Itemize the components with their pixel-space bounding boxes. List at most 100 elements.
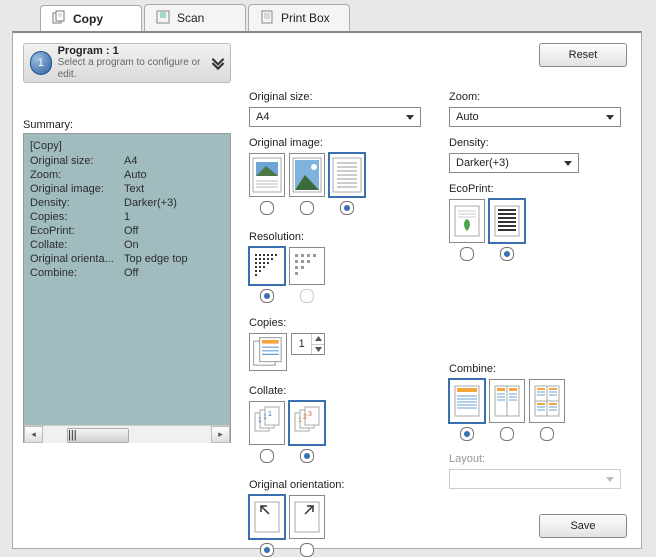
combine-2in1-tile[interactable] (489, 379, 525, 423)
layout-label: Layout: (449, 453, 621, 465)
ecoprint-label: EcoPrint: (449, 183, 525, 195)
orientation-top-radio[interactable] (260, 543, 274, 557)
collate-on-radio[interactable] (300, 449, 314, 463)
scan-icon (155, 9, 171, 28)
ecoprint-off-radio[interactable] (500, 247, 514, 261)
original-size-combo[interactable]: A4 (249, 107, 421, 127)
copies-icon (249, 333, 287, 371)
scroll-thumb[interactable]: ||| (67, 428, 129, 443)
density-combo[interactable]: Darker(+3) (449, 153, 579, 173)
combine-label: Combine: (449, 363, 565, 375)
orientation-top-tile[interactable] (249, 495, 285, 539)
chevron-down-icon (602, 109, 618, 125)
original-image-picture-tile[interactable] (289, 153, 325, 197)
settings-area: Original size: A4 Original image: (249, 91, 629, 504)
save-button[interactable]: Save (539, 514, 627, 538)
copy-icon (51, 10, 67, 29)
summary-row: Density:Darker(+3) (30, 196, 224, 210)
svg-text:1: 1 (298, 417, 302, 424)
tab-copy-label: Copy (73, 12, 103, 26)
combine-2in1-radio[interactable] (500, 427, 514, 441)
scroll-right-button[interactable]: ▸ (211, 426, 230, 443)
reset-button[interactable]: Reset (539, 43, 627, 67)
original-image-radio-picture[interactable] (300, 201, 314, 215)
ecoprint-on-tile[interactable] (449, 199, 485, 243)
resolution-radio-fine[interactable] (260, 289, 274, 303)
program-subtitle: Select a program to configure or edit. (58, 57, 204, 81)
zoom-label: Zoom: (449, 91, 621, 103)
tab-printbox[interactable]: Print Box (248, 4, 350, 31)
density-label: Density: (449, 137, 579, 149)
ecoprint-on-radio[interactable] (460, 247, 474, 261)
density-value: Darker(+3) (456, 157, 509, 169)
summary-row: Original orienta...Top edge top (30, 252, 224, 266)
summary-head: [Copy] (30, 138, 224, 154)
tab-printbox-label: Print Box (281, 11, 330, 25)
svg-text:3: 3 (308, 411, 312, 418)
svg-text:1: 1 (263, 414, 267, 421)
summary-list: [Copy] Original size:A4 Zoom:Auto Origin… (24, 134, 230, 425)
layout-combo (449, 469, 621, 489)
copies-up-button[interactable] (312, 334, 324, 345)
copies-spinner[interactable]: 1 (291, 333, 325, 355)
zoom-value: Auto (456, 111, 479, 123)
original-image-radio-photo[interactable] (260, 201, 274, 215)
original-image-label: Original image: (249, 137, 365, 149)
resolution-fine-tile[interactable] (249, 247, 285, 285)
scroll-left-button[interactable]: ◂ (24, 426, 43, 443)
chevron-down-icon (402, 109, 418, 125)
summary-scrollbar[interactable]: ◂ ||| ▸ (24, 425, 230, 443)
panel: 1 Program : 1 Select a program to config… (12, 31, 642, 549)
original-image-radio-text[interactable] (340, 201, 354, 215)
orientation-left-radio[interactable] (300, 543, 314, 557)
tab-bar: Copy Scan Print Box (0, 0, 656, 31)
program-title: Program : 1 (58, 45, 204, 57)
zoom-combo[interactable]: Auto (449, 107, 621, 127)
ecoprint-off-tile[interactable] (489, 199, 525, 243)
program-selector[interactable]: 1 Program : 1 Select a program to config… (23, 43, 231, 83)
orientation-label: Original orientation: (249, 479, 344, 491)
tab-copy[interactable]: Copy (40, 5, 142, 32)
copies-down-button[interactable] (312, 345, 324, 355)
orientation-left-tile[interactable] (289, 495, 325, 539)
collate-label: Collate: (249, 385, 325, 397)
collate-off-radio[interactable] (260, 449, 274, 463)
original-size-value: A4 (256, 111, 269, 123)
resolution-label: Resolution: (249, 231, 325, 243)
original-size-label: Original size: (249, 91, 421, 103)
summary-box: [Copy] Original size:A4 Zoom:Auto Origin… (23, 133, 231, 443)
program-text: Program : 1 Select a program to configur… (58, 45, 204, 81)
summary-row: Copies:1 (30, 210, 224, 224)
svg-text:2: 2 (303, 414, 307, 421)
combine-off-tile[interactable] (449, 379, 485, 423)
summary-row: Collate:On (30, 238, 224, 252)
chevron-down-icon (210, 56, 226, 70)
combine-4in1-radio[interactable] (540, 427, 554, 441)
resolution-coarse-tile[interactable] (289, 247, 325, 285)
summary-row: EcoPrint:Off (30, 224, 224, 238)
collate-on-tile[interactable]: 321 (289, 401, 325, 445)
original-image-text-tile[interactable] (329, 153, 365, 197)
printbox-icon (259, 9, 275, 28)
summary-row: Combine:Off (30, 266, 224, 280)
original-image-photo-tile[interactable] (249, 153, 285, 197)
copies-value: 1 (292, 334, 312, 354)
collate-off-tile[interactable]: 111 (249, 401, 285, 445)
summary-row: Original size:A4 (30, 154, 224, 168)
summary-row: Original image:Text (30, 182, 224, 196)
tab-scan-label: Scan (177, 11, 204, 25)
svg-text:1: 1 (268, 411, 272, 418)
summary-row: Zoom:Auto (30, 168, 224, 182)
chevron-down-icon (602, 471, 618, 487)
save-label: Save (570, 520, 595, 532)
combine-off-radio[interactable] (460, 427, 474, 441)
summary-label: Summary: (23, 119, 73, 131)
scroll-track[interactable]: ||| (43, 427, 211, 442)
tab-scan[interactable]: Scan (144, 4, 246, 31)
resolution-radio-coarse (300, 289, 314, 303)
reset-label: Reset (569, 49, 598, 61)
combine-4in1-tile[interactable] (529, 379, 565, 423)
copies-label: Copies: (249, 317, 325, 329)
svg-text:1: 1 (258, 417, 262, 424)
program-number-badge: 1 (30, 51, 52, 75)
